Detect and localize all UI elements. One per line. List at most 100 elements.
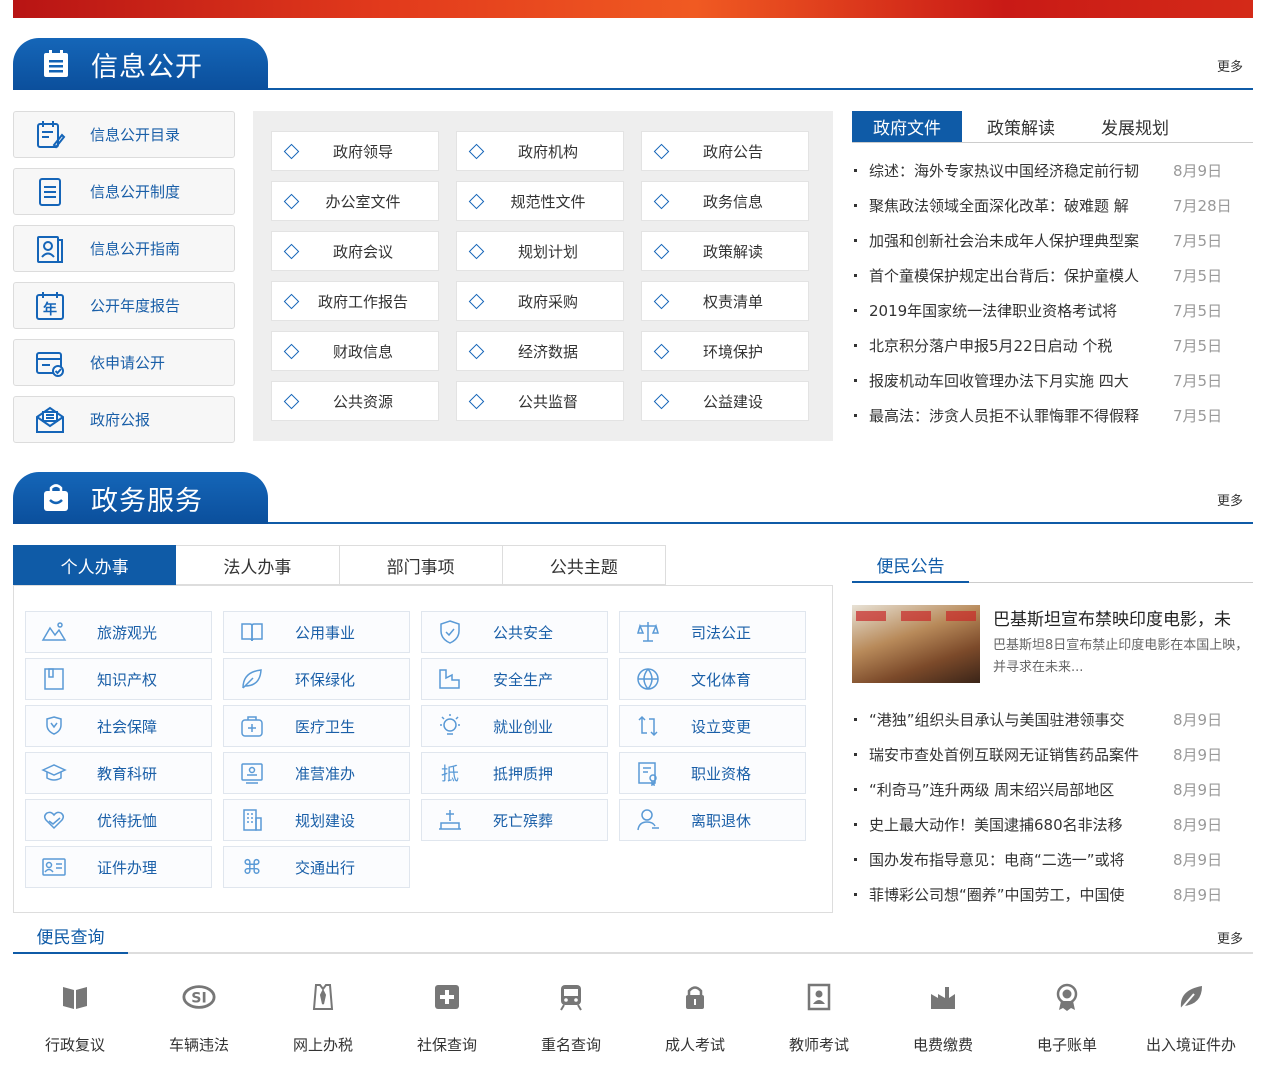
query-more-link[interactable]: 更多 [1217, 928, 1243, 947]
news-thumbnail[interactable] [852, 605, 980, 683]
info-grid-item[interactable]: 办公室文件 [271, 181, 439, 221]
query-item[interactable]: 教师考试 [757, 980, 881, 1055]
news-title[interactable]: 首个童模保护规定出台背后：保护童模人 [869, 265, 1159, 286]
news-title[interactable]: 最高法：涉贪人员拒不认罪悔罪不得假释 [869, 405, 1159, 426]
query-item[interactable]: 出入境证件办 [1129, 980, 1253, 1055]
news-title[interactable]: 史上最大动作！美国逮捕680名非法移 [869, 814, 1159, 835]
tab-gov-documents[interactable]: 政府文件 [852, 111, 962, 142]
info-grid-item[interactable]: 权责清单 [641, 281, 809, 321]
query-item[interactable]: 网上办税 [261, 980, 385, 1055]
news-row[interactable]: 最高法：涉贪人员拒不认罪悔罪不得假释 7月5日 [852, 398, 1253, 433]
service-item[interactable]: 文化体育 [619, 658, 806, 700]
news-row[interactable]: 首个童模保护规定出台背后：保护童模人 7月5日 [852, 258, 1253, 293]
info-grid-item[interactable]: 政务信息 [641, 181, 809, 221]
news-row[interactable]: 北京积分落户申报5月22日启动 个税 7月5日 [852, 328, 1253, 363]
tab-department[interactable]: 部门事项 [339, 545, 503, 585]
news-row[interactable]: 聚焦政法领域全面深化改革：破难题 解 7月28日 [852, 188, 1253, 223]
query-item[interactable]: 行政复议 [13, 980, 137, 1055]
news-title[interactable]: 2019年国家统一法律职业资格考试将 [869, 300, 1159, 321]
info-menu-apply[interactable]: 依申请公开 [13, 339, 235, 386]
news-title[interactable]: 报废机动车回收管理办法下月实施 四大 [869, 370, 1159, 391]
info-grid-item[interactable]: 环境保护 [641, 331, 809, 371]
tab-public-theme[interactable]: 公共主题 [502, 545, 666, 585]
query-item[interactable]: 电费缴费 [881, 980, 1005, 1055]
query-item[interactable]: 成人考试 [633, 980, 757, 1055]
query-item[interactable]: 社保查询 [385, 980, 509, 1055]
service-item[interactable]: 医疗卫生 [223, 705, 410, 747]
info-grid-item[interactable]: 政府采购 [456, 281, 624, 321]
info-menu-guide[interactable]: 信息公开指南 [13, 225, 235, 272]
info-grid-item[interactable]: 政府公告 [641, 131, 809, 171]
info-grid-item[interactable]: 公共资源 [271, 381, 439, 421]
info-grid-item[interactable]: 公共监督 [456, 381, 624, 421]
service-item[interactable]: 准营准办 [223, 752, 410, 794]
tab-personal[interactable]: 个人办事 [13, 545, 177, 585]
tab-legal-person[interactable]: 法人办事 [176, 545, 340, 585]
news-row[interactable]: 2019年国家统一法律职业资格考试将 7月5日 [852, 293, 1253, 328]
tab-policy-interpretation[interactable]: 政策解读 [962, 111, 1080, 142]
service-item[interactable]: 离职退休 [619, 799, 806, 841]
bullet-dot [854, 204, 857, 207]
service-item[interactable]: 公用事业 [223, 611, 410, 653]
query-item[interactable]: SI 车辆违法 [137, 980, 261, 1055]
info-more-link[interactable]: 更多 [1217, 56, 1243, 75]
service-item[interactable]: 死亡殡葬 [421, 799, 608, 841]
news-title[interactable]: 国办发布指导意见：电商“二选一”或将 [869, 849, 1159, 870]
service-item[interactable]: 教育科研 [25, 752, 212, 794]
service-item[interactable]: ⌘ 交通出行 [223, 846, 410, 888]
info-grid-item[interactable]: 经济数据 [456, 331, 624, 371]
news-row[interactable]: 报废机动车回收管理办法下月实施 四大 7月5日 [852, 363, 1253, 398]
news-title[interactable]: “利奇马”连升两级 周末绍兴局部地区 [869, 779, 1159, 800]
info-grid-item[interactable]: 公益建设 [641, 381, 809, 421]
info-menu-system[interactable]: 信息公开制度 [13, 168, 235, 215]
notice-feature-title[interactable]: 巴基斯坦宣布禁映印度电影，未 [993, 605, 1253, 629]
info-grid-item[interactable]: 财政信息 [271, 331, 439, 371]
news-row[interactable]: 综述：海外专家热议中国经济稳定前行韧 8月9日 [852, 153, 1253, 188]
news-row[interactable]: 加强和创新社会治未成年人保护理典型案 7月5日 [852, 223, 1253, 258]
news-row[interactable]: 史上最大动作！美国逮捕680名非法移 8月9日 [852, 807, 1253, 842]
info-grid-item[interactable]: 政府会议 [271, 231, 439, 271]
info-menu-annual-report[interactable]: 年 公开年度报告 [13, 282, 235, 329]
service-item[interactable]: 环保绿化 [223, 658, 410, 700]
tab-development-plan[interactable]: 发展规划 [1080, 111, 1190, 142]
news-title[interactable]: 聚焦政法领域全面深化改革：破难题 解 [869, 195, 1159, 216]
service-item[interactable]: 优待抚恤 [25, 799, 212, 841]
service-item[interactable]: 安全生产 [421, 658, 608, 700]
news-title[interactable]: “港独”组织头目承认与美国驻港领事交 [869, 709, 1159, 730]
info-grid-item[interactable]: 规范性文件 [456, 181, 624, 221]
news-title[interactable]: 瑞安市查处首例互联网无证销售药品案件 [869, 744, 1159, 765]
service-item[interactable]: 知识产权 [25, 658, 212, 700]
service-item[interactable]: 职业资格 [619, 752, 806, 794]
news-title[interactable]: 菲博彩公司想“圈养”中国劳工，中国使 [869, 884, 1159, 905]
service-item[interactable]: 证件办理 [25, 846, 212, 888]
query-item[interactable]: 电子账单 [1005, 980, 1129, 1055]
news-title[interactable]: 北京积分落户申报5月22日启动 个税 [869, 335, 1159, 356]
service-item[interactable]: 抵 抵押质押 [421, 752, 608, 794]
tab-notice[interactable]: 便民公告 [852, 548, 969, 583]
news-title[interactable]: 综述：海外专家热议中国经济稳定前行韧 [869, 160, 1159, 181]
service-more-link[interactable]: 更多 [1217, 490, 1243, 509]
service-item[interactable]: 司法公正 [619, 611, 806, 653]
service-item[interactable]: 社会保障 [25, 705, 212, 747]
notice-feature[interactable]: 巴基斯坦宣布禁映印度电影，未 巴基斯坦8日宣布禁止印度电影在本国上映，并寻求在未… [852, 605, 1253, 691]
news-row[interactable]: “港独”组织头目承认与美国驻港领事交 8月9日 [852, 702, 1253, 737]
info-menu-catalog[interactable]: 信息公开目录 [13, 111, 235, 158]
tab-convenience-query[interactable]: 便民查询 [13, 918, 128, 954]
query-item[interactable]: 重名查询 [509, 980, 633, 1055]
news-row[interactable]: 国办发布指导意见：电商“二选一”或将 8月9日 [852, 842, 1253, 877]
news-row[interactable]: “利奇马”连升两级 周末绍兴局部地区 8月9日 [852, 772, 1253, 807]
info-grid-item[interactable]: 规划计划 [456, 231, 624, 271]
news-title[interactable]: 加强和创新社会治未成年人保护理典型案 [869, 230, 1159, 251]
service-item[interactable]: 公共安全 [421, 611, 608, 653]
info-menu-bulletin[interactable]: 政府公报 [13, 396, 235, 443]
service-item[interactable]: 旅游观光 [25, 611, 212, 653]
info-grid-item[interactable]: 政府领导 [271, 131, 439, 171]
service-item[interactable]: 规划建设 [223, 799, 410, 841]
service-item[interactable]: 设立变更 [619, 705, 806, 747]
news-row[interactable]: 瑞安市查处首例互联网无证销售药品案件 8月9日 [852, 737, 1253, 772]
info-grid-item[interactable]: 政府工作报告 [271, 281, 439, 321]
service-item[interactable]: 就业创业 [421, 705, 608, 747]
info-grid-item[interactable]: 政策解读 [641, 231, 809, 271]
news-row[interactable]: 菲博彩公司想“圈养”中国劳工，中国使 8月9日 [852, 877, 1253, 912]
info-grid-item[interactable]: 政府机构 [456, 131, 624, 171]
